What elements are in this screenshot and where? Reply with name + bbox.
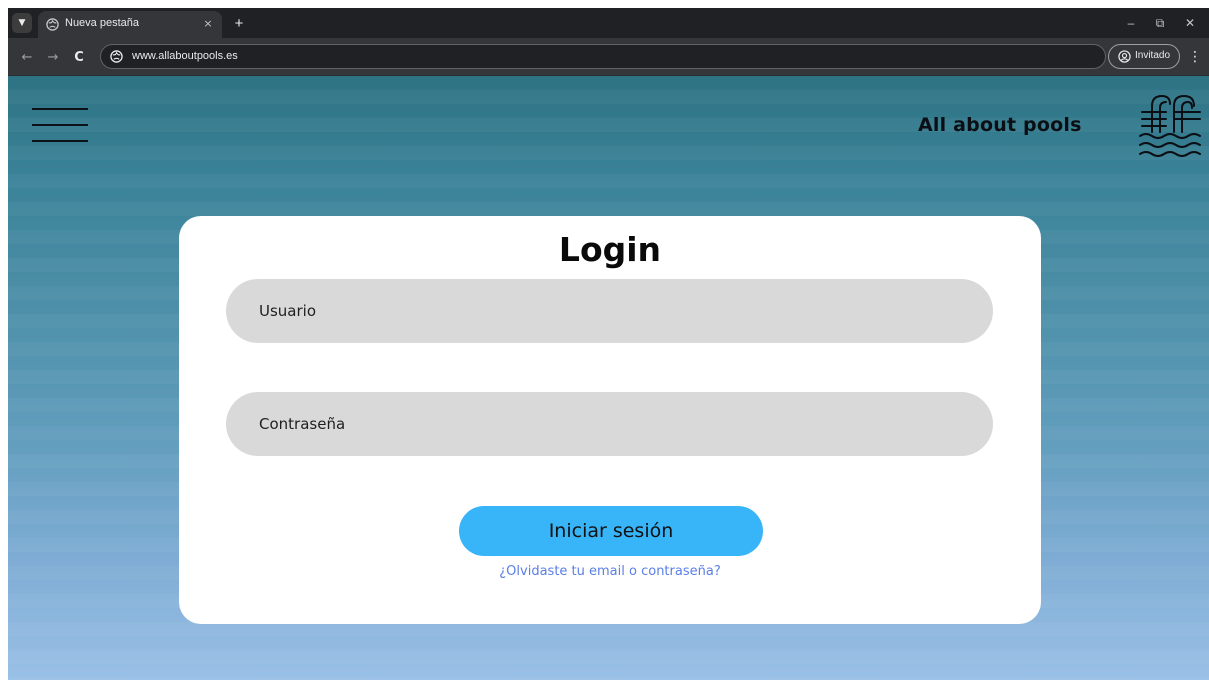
password-input[interactable] <box>226 392 993 456</box>
forward-button[interactable]: → <box>44 48 62 66</box>
site-info-icon[interactable] <box>110 50 123 63</box>
browser-toolbar: ← → C www.allaboutpools.es Invitado ⋮ <box>8 38 1209 76</box>
login-submit-button[interactable]: Iniciar sesión <box>459 506 763 556</box>
tab-title: Nueva pestaña <box>65 17 139 29</box>
browser-tab[interactable]: Nueva pestaña × <box>38 11 222 38</box>
chevron-down-icon: ▼ <box>18 18 26 28</box>
username-field[interactable] <box>226 279 993 343</box>
pool-ladder-waves-logo[interactable] <box>1136 90 1202 164</box>
profile-button[interactable]: Invitado <box>1108 44 1180 69</box>
tab-search-button[interactable]: ▼ <box>12 13 32 33</box>
password-field[interactable] <box>226 392 993 456</box>
login-card: Login Iniciar sesión ¿Olvidaste tu email… <box>179 216 1041 624</box>
minimize-button[interactable]: – <box>1121 14 1141 32</box>
close-window-button[interactable]: ✕ <box>1180 14 1200 32</box>
back-button[interactable]: ← <box>18 48 36 66</box>
new-tab-button[interactable]: + <box>230 14 248 32</box>
username-input[interactable] <box>226 279 993 343</box>
tab-strip: ▼ Nueva pestaña × + – ⧉ ✕ <box>8 8 1209 38</box>
forgot-credentials-link[interactable]: ¿Olvidaste tu email o contraseña? <box>179 564 1041 579</box>
url-text: www.allaboutpools.es <box>132 50 238 62</box>
browser-window: ▼ Nueva pestaña × + – ⧉ ✕ ← → C www.alla… <box>8 8 1209 680</box>
address-bar[interactable]: www.allaboutpools.es <box>100 44 1106 69</box>
login-title: Login <box>558 230 662 269</box>
guest-profile-icon <box>1118 50 1131 63</box>
profile-label: Invitado <box>1135 50 1171 61</box>
restore-button[interactable]: ⧉ <box>1150 14 1170 32</box>
hamburger-menu-icon[interactable] <box>32 108 88 142</box>
page-content: All about pools Login Usuario Iniciar se… <box>8 76 1209 680</box>
tab-close-icon[interactable]: × <box>200 15 216 31</box>
browser-menu-button[interactable]: ⋮ <box>1188 48 1202 66</box>
reload-button[interactable]: C <box>70 48 88 66</box>
site-brand[interactable]: All about pools <box>918 114 1082 136</box>
globe-icon <box>46 18 59 31</box>
